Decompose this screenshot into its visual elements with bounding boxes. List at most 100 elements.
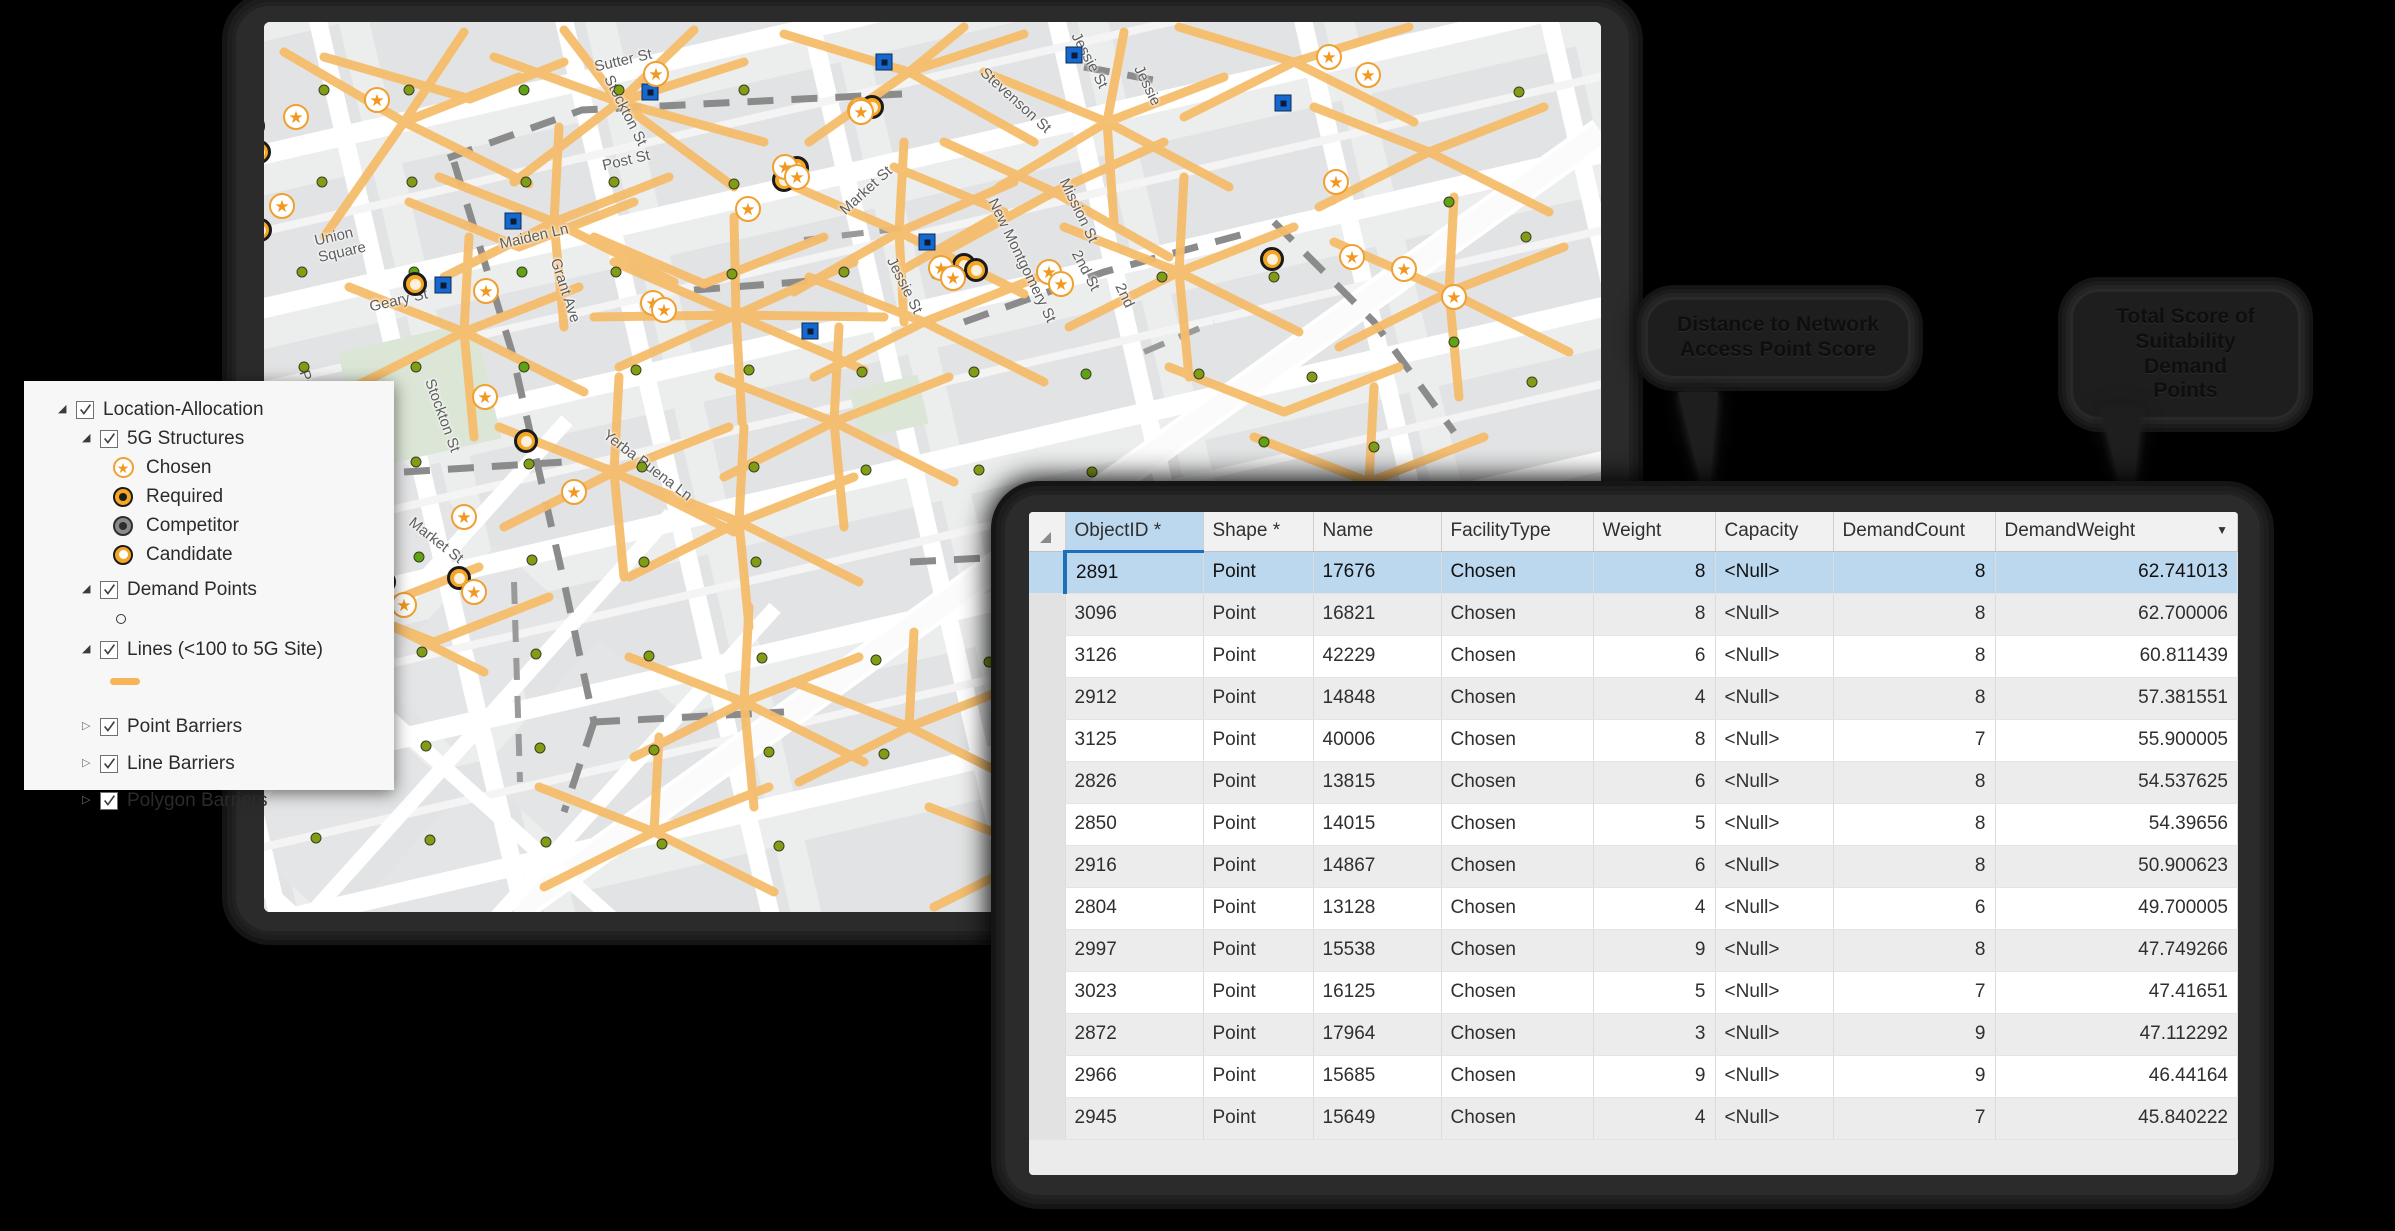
- cell-weight[interactable]: 5: [1593, 803, 1716, 846]
- column-header-demandcount[interactable]: DemandCount: [1833, 512, 1996, 552]
- layer-checkbox[interactable]: [100, 791, 118, 810]
- cell-weight[interactable]: 3: [1593, 1013, 1716, 1056]
- cell-weight[interactable]: 6: [1593, 635, 1716, 678]
- candidate-site[interactable]: [1260, 247, 1284, 271]
- cell-facilitytype[interactable]: Chosen: [1441, 677, 1594, 720]
- cell-demandweight[interactable]: 46.44164: [1995, 1055, 2238, 1098]
- table-row[interactable]: 2850 Point 14015 Chosen 5 <Null> 8 54.39656: [1029, 803, 2238, 846]
- cell-facilitytype[interactable]: Chosen: [1441, 803, 1594, 846]
- demand-point[interactable]: [608, 176, 620, 188]
- row-selector[interactable]: [1029, 845, 1066, 888]
- cell-capacity[interactable]: <Null>: [1715, 803, 1834, 846]
- layer-checkbox[interactable]: [100, 580, 118, 599]
- row-selector[interactable]: [1029, 593, 1066, 636]
- cell-capacity[interactable]: <Null>: [1715, 635, 1834, 678]
- cell-weight[interactable]: 4: [1593, 677, 1716, 720]
- table-body[interactable]: 2891 Point 17676 Chosen 8 <Null> 8 62.741013 309…: [1029, 551, 2238, 1140]
- cell-demandweight[interactable]: 47.41651: [1995, 971, 2238, 1014]
- layer-item-point-barriers[interactable]: ▷ Point Barriers: [24, 712, 394, 741]
- demand-point[interactable]: [413, 551, 425, 563]
- demand-point[interactable]: [870, 654, 882, 666]
- cell-demandcount[interactable]: 8: [1833, 593, 1996, 636]
- chosen-site[interactable]: ★: [473, 278, 499, 304]
- cell-objectid[interactable]: 2997: [1065, 929, 1204, 972]
- cell-shape[interactable]: Point: [1203, 803, 1314, 846]
- cell-facilitytype[interactable]: Chosen: [1441, 635, 1594, 678]
- cell-shape[interactable]: Point: [1203, 1055, 1314, 1098]
- demand-point[interactable]: [1368, 441, 1380, 453]
- row-selector[interactable]: [1029, 929, 1066, 972]
- column-header-shape[interactable]: Shape *: [1203, 512, 1314, 552]
- table-row[interactable]: 3023 Point 16125 Chosen 5 <Null> 7 47.41651: [1029, 971, 2238, 1014]
- chosen-site[interactable]: ★: [1355, 62, 1381, 88]
- demand-point[interactable]: [968, 366, 980, 378]
- demand-point[interactable]: [1268, 271, 1280, 283]
- demand-point[interactable]: [643, 650, 655, 662]
- demand-point[interactable]: [1526, 376, 1538, 388]
- cell-capacity[interactable]: <Null>: [1715, 1055, 1834, 1098]
- chosen-site[interactable]: ★: [848, 99, 874, 125]
- cell-weight[interactable]: 9: [1593, 929, 1716, 972]
- collapse-triangle-icon[interactable]: ▷: [82, 758, 96, 769]
- cell-name[interactable]: 15685: [1313, 1055, 1442, 1098]
- cell-name[interactable]: 16125: [1313, 971, 1442, 1014]
- column-header-capacity[interactable]: Capacity: [1715, 512, 1834, 552]
- demand-point[interactable]: [1258, 436, 1270, 448]
- chosen-site[interactable]: ★: [1316, 44, 1342, 70]
- cell-facilitytype[interactable]: Chosen: [1441, 551, 1594, 594]
- demand-point[interactable]: [406, 176, 418, 188]
- cell-shape[interactable]: Point: [1203, 635, 1314, 678]
- demand-point[interactable]: [1453, 481, 1465, 493]
- demand-point[interactable]: [748, 461, 760, 473]
- expand-triangle-icon[interactable]: ◢: [82, 584, 96, 595]
- chosen-site[interactable]: ★: [461, 579, 487, 605]
- cell-weight[interactable]: 8: [1593, 593, 1716, 636]
- cell-capacity[interactable]: <Null>: [1715, 887, 1834, 930]
- demand-point[interactable]: [318, 84, 330, 96]
- cell-facilitytype[interactable]: Chosen: [1441, 971, 1594, 1014]
- layer-checkbox[interactable]: [100, 640, 118, 659]
- demand-point[interactable]: [636, 461, 648, 473]
- cell-shape[interactable]: Point: [1203, 971, 1314, 1014]
- cell-weight[interactable]: 6: [1593, 845, 1716, 888]
- demand-point[interactable]: [410, 456, 422, 468]
- demand-point[interactable]: [630, 364, 642, 376]
- demand-point[interactable]: [878, 748, 890, 760]
- table-row[interactable]: 3126 Point 42229 Chosen 6 <Null> 8 60.811439: [1029, 635, 2238, 678]
- table-row[interactable]: 2872 Point 17964 Chosen 3 <Null> 9 47.112292: [1029, 1013, 2238, 1056]
- cell-demandweight[interactable]: 54.39656: [1995, 803, 2238, 846]
- demand-point[interactable]: [750, 556, 762, 568]
- chosen-site[interactable]: ★: [364, 87, 390, 113]
- cell-objectid[interactable]: 2804: [1065, 887, 1204, 930]
- cell-facilitytype[interactable]: Chosen: [1441, 761, 1594, 804]
- row-selector[interactable]: [1029, 971, 1066, 1014]
- cell-objectid[interactable]: 3023: [1065, 971, 1204, 1014]
- row-selector[interactable]: [1029, 719, 1066, 762]
- cell-demandcount[interactable]: 7: [1833, 971, 1996, 1014]
- legend-item-required[interactable]: Required: [24, 482, 394, 511]
- cell-demandcount[interactable]: 8: [1833, 845, 1996, 888]
- cell-facilitytype[interactable]: Chosen: [1441, 887, 1594, 930]
- layer-item-polygon-barriers[interactable]: ▷ Polygon Barriers: [24, 786, 394, 815]
- legend-item-chosen[interactable]: ★ Chosen: [24, 453, 394, 482]
- column-header-demandweight[interactable]: DemandWeight ▼: [1995, 512, 2238, 552]
- demand-point[interactable]: [1448, 336, 1460, 348]
- table-row[interactable]: 2804 Point 13128 Chosen 4 <Null> 6 49.700005: [1029, 887, 2238, 930]
- candidate-site[interactable]: [403, 272, 427, 296]
- attribute-table-grid[interactable]: ObjectID * Shape * Name FacilityType Wei…: [1029, 512, 2238, 1140]
- cell-capacity[interactable]: <Null>: [1715, 1013, 1834, 1056]
- expand-triangle-icon[interactable]: ◢: [82, 433, 96, 444]
- demand-point[interactable]: [773, 840, 785, 852]
- column-header-name[interactable]: Name: [1313, 512, 1442, 552]
- cell-demandcount[interactable]: 8: [1833, 551, 1996, 594]
- select-all-corner[interactable]: [1029, 512, 1066, 552]
- cell-shape[interactable]: Point: [1203, 929, 1314, 972]
- layer-checkbox[interactable]: [76, 400, 94, 419]
- cell-demandweight[interactable]: 57.381551: [1995, 677, 2238, 720]
- demand-point[interactable]: [523, 458, 535, 470]
- chosen-site[interactable]: ★: [643, 61, 669, 87]
- cell-shape[interactable]: Point: [1203, 593, 1314, 636]
- cell-capacity[interactable]: <Null>: [1715, 929, 1834, 972]
- table-row[interactable]: 2945 Point 15649 Chosen 4 <Null> 7 45.840222: [1029, 1097, 2238, 1140]
- point-barrier[interactable]: [434, 276, 452, 294]
